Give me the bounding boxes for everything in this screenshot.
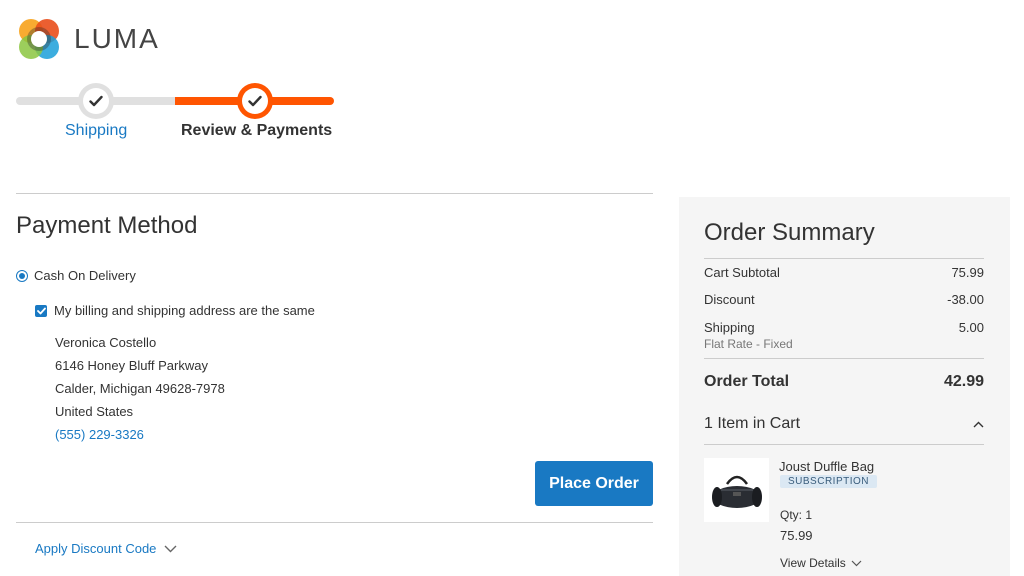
logo-text: LUMA	[74, 23, 160, 54]
items-in-cart-label[interactable]: 1 Item in Cart	[704, 415, 800, 433]
address-street: 6146 Honey Bluff Parkway	[55, 358, 208, 373]
chevron-up-icon	[973, 421, 984, 427]
luma-logo[interactable]: LUMA	[16, 16, 160, 62]
chevron-down-icon	[851, 560, 862, 566]
address-city: Calder, Michigan 49628-7978	[55, 381, 225, 396]
payment-option-cash-on-delivery[interactable]: Cash On Delivery	[16, 268, 136, 283]
divider	[16, 193, 653, 194]
checkmark-icon	[89, 95, 103, 107]
address-name: Veronica Costello	[55, 335, 157, 350]
view-details-toggle[interactable]: View Details	[780, 556, 862, 570]
order-summary-title: Order Summary	[704, 219, 875, 246]
shipping-method: Flat Rate - Fixed	[704, 337, 793, 351]
step-review-payments-indicator	[237, 83, 273, 119]
same-address-label[interactable]: My billing and shipping address are the …	[54, 303, 315, 318]
divider	[704, 358, 984, 359]
step-shipping-link[interactable]: Shipping	[65, 122, 127, 140]
order-total-label: Order Total	[704, 373, 790, 390]
same-address-option[interactable]: My billing and shipping address are the …	[35, 303, 315, 318]
same-address-checkbox[interactable]	[35, 304, 47, 317]
apply-discount-code-label[interactable]: Apply Discount Code	[35, 541, 156, 556]
step-review-payments-label: Review & Payments	[181, 122, 333, 139]
shipping-value: 5.00	[958, 320, 984, 335]
luma-logo-icon	[19, 19, 59, 59]
product-thumbnail	[704, 458, 769, 522]
duffle-bag-image	[711, 475, 762, 508]
order-total-value: 42.99	[943, 373, 984, 390]
divider	[704, 258, 984, 259]
discount-label: Discount	[704, 292, 755, 307]
apply-discount-code-toggle[interactable]: Apply Discount Code	[35, 541, 177, 556]
address-phone-link[interactable]: (555) 229-3326	[55, 423, 225, 446]
checkout-progress-bar: Shipping Review & Payments	[16, 80, 336, 150]
place-order-button[interactable]: Place Order	[535, 461, 653, 506]
items-in-cart-toggle[interactable]: 1 Item in Cart	[704, 415, 984, 433]
summary-row-shipping: Shipping 5.00	[704, 320, 984, 335]
subtotal-value: 75.99	[951, 265, 984, 280]
subtotal-label: Cart Subtotal	[704, 265, 780, 280]
chevron-down-icon	[164, 545, 177, 552]
order-summary-panel: Order Summary Cart Subtotal 75.99 Discou…	[679, 197, 1010, 576]
payment-method-label[interactable]: Cash On Delivery	[34, 268, 136, 283]
product-name: Joust Duffle Bag	[779, 459, 875, 474]
summary-row-discount: Discount -38.00	[704, 292, 984, 307]
subscription-badge: SUBSCRIPTION	[780, 475, 878, 488]
divider	[16, 522, 653, 523]
product-price: 75.99	[780, 528, 813, 543]
payment-method-radio[interactable]	[16, 269, 28, 282]
shipping-label: Shipping	[704, 320, 755, 335]
payment-method-title: Payment Method	[16, 212, 198, 239]
checkmark-icon	[36, 307, 46, 314]
divider	[704, 444, 984, 445]
summary-row-total: Order Total 42.99	[704, 373, 984, 391]
billing-address: Veronica Costello 6146 Honey Bluff Parkw…	[55, 331, 225, 446]
checkmark-icon	[248, 95, 262, 107]
product-qty: Qty: 1	[780, 508, 813, 522]
summary-row-subtotal: Cart Subtotal 75.99	[704, 265, 984, 280]
view-details-label[interactable]: View Details	[780, 556, 846, 570]
discount-value: -38.00	[947, 292, 984, 307]
address-country: United States	[55, 404, 134, 419]
step-shipping-indicator[interactable]	[78, 83, 114, 119]
